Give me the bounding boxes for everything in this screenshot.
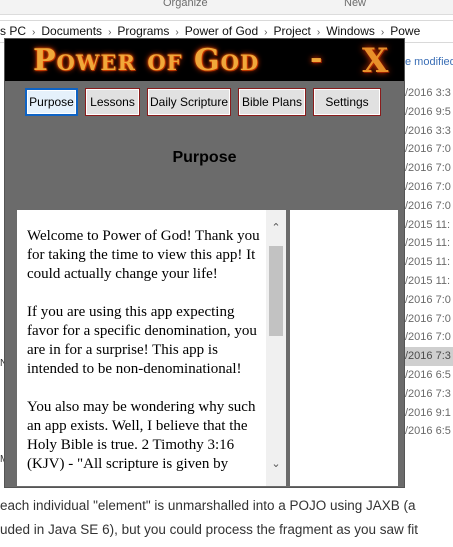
breadcrumb-item[interactable]: Programs [117, 24, 169, 38]
vertical-scrollbar[interactable]: ⌃ ⌄ [266, 210, 286, 486]
close-button[interactable]: X [362, 41, 388, 81]
purpose-text-box[interactable]: Welcome to Power of God! Thank you for t… [17, 210, 286, 486]
breadcrumb-item[interactable]: Documents [41, 24, 102, 38]
list-item[interactable]: /2016 7:0 [405, 197, 453, 216]
list-item[interactable]: /2016 7:0 [405, 159, 453, 178]
app-banner: Power of God - X [5, 39, 404, 81]
list-item[interactable]: /2016 6:5 [405, 366, 453, 385]
scroll-up-icon[interactable]: ⌃ [266, 218, 286, 238]
background-document-text: each individual "element" is unmarshalle… [0, 494, 453, 542]
page-title: Purpose [172, 149, 237, 166]
chevron-right-icon: › [264, 27, 268, 38]
tab-settings[interactable]: Settings [313, 88, 381, 116]
explorer-ribbon: Organize New [0, 0, 453, 15]
title-separator: - [310, 41, 323, 76]
list-item[interactable]: /2015 11: [405, 216, 453, 235]
breadcrumb: s PC › Documents › Programs › Power of God › Pro… [0, 24, 420, 38]
paragraph: Welcome to Power of God! Thank you for t… [27, 228, 260, 282]
chevron-right-icon: › [175, 27, 179, 38]
document-line: each individual "element" is unmarshalle… [0, 498, 416, 513]
chevron-right-icon: › [316, 27, 321, 38]
ribbon-organize[interactable]: Organize [163, 0, 208, 9]
scroll-thumb[interactable] [269, 246, 283, 336]
tab-lessons[interactable]: Lessons [85, 88, 140, 116]
list-item[interactable]: /2016 7:0 [405, 178, 453, 197]
document-line: uded in Java SE 6), but you could proces… [0, 522, 418, 537]
breadcrumb-item[interactable]: Project [273, 24, 310, 38]
list-item[interactable]: /2016 7:0 [405, 140, 453, 159]
chevron-right-icon: › [380, 27, 385, 38]
tab-purpose[interactable]: Purpose [25, 88, 78, 116]
list-item[interactable]: /2016 7:3 [405, 385, 453, 404]
breadcrumb-item[interactable]: Powe [390, 24, 420, 38]
list-item[interactable]: /2015 11: [405, 234, 453, 253]
tab-daily-scripture[interactable]: Daily Scripture [147, 88, 231, 116]
ribbon-new[interactable]: New [344, 0, 366, 9]
list-item[interactable]: /2016 3:3 [405, 84, 453, 103]
list-item[interactable]: /2016 3:3 [405, 122, 453, 141]
list-item[interactable]: /2015 11: [405, 272, 453, 291]
side-panel [290, 210, 398, 486]
date-modified-column-header[interactable]: e modified [405, 56, 453, 68]
list-item[interactable]: /2016 6:5 [405, 422, 453, 441]
list-item[interactable]: /2015 11: [405, 253, 453, 272]
paragraph: If you are using this app expecting favo… [27, 304, 257, 377]
list-item[interactable]: /2016 7:0 [405, 328, 453, 347]
breadcrumb-item[interactable]: s PC [0, 24, 26, 38]
app-window: Power of God - X Purpose Lessons Daily S… [5, 39, 404, 487]
paragraph: You also may be wondering why such an ap… [27, 399, 256, 472]
list-item[interactable]: /2016 9:5 [405, 103, 453, 122]
list-item[interactable]: /2016 9:1 [405, 404, 453, 423]
chevron-right-icon: › [108, 27, 112, 38]
purpose-text: Welcome to Power of God! Thank you for t… [27, 227, 267, 486]
app-title: Power of God [33, 43, 260, 78]
breadcrumb-item[interactable]: Power of God [185, 24, 258, 38]
scroll-down-icon[interactable]: ⌄ [266, 454, 286, 474]
breadcrumb-item[interactable]: Windows [326, 24, 375, 38]
list-item[interactable]: /2016 7:0 [405, 310, 453, 329]
list-item-selected[interactable]: /2016 7:3 [405, 347, 453, 366]
list-item[interactable]: /2016 7:0 [405, 291, 453, 310]
date-modified-column: /2016 3:3 /2016 9:5 /2016 3:3 /2016 7:0 … [405, 84, 453, 441]
tab-bible-plans[interactable]: Bible Plans [238, 88, 306, 116]
chevron-right-icon: › [32, 27, 36, 38]
